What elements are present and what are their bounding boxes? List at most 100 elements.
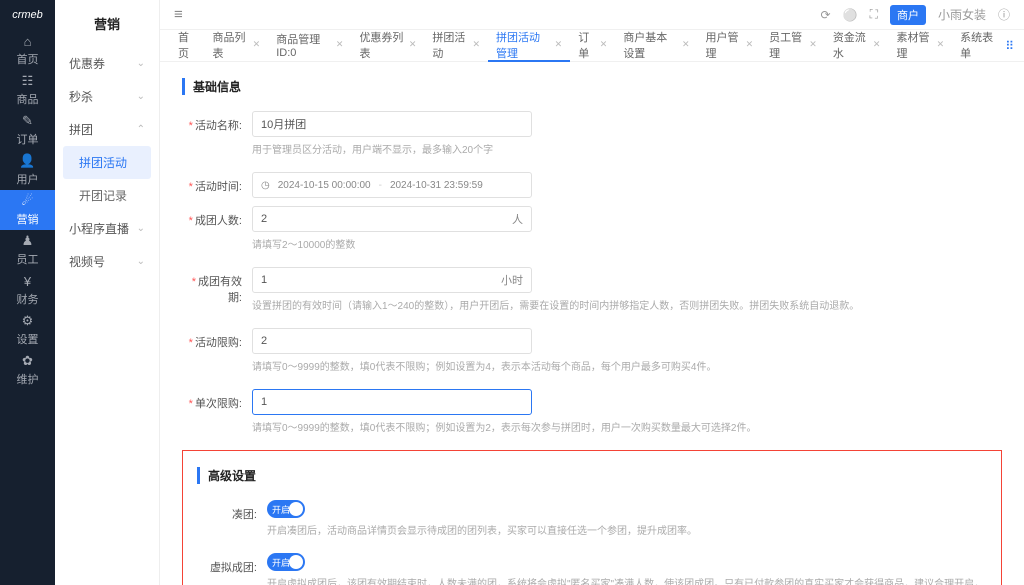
sale-icon: ☄ — [22, 193, 34, 209]
close-icon[interactable]: ✕ — [937, 39, 945, 50]
search-icon[interactable]: ⚪ — [843, 8, 858, 22]
brand-logo: crmeb — [0, 0, 55, 30]
hint-cou: 开启凑团后，活动商品详情页会显示待成团的团列表，买家可以直接任选一个参团，提升成… — [267, 524, 987, 539]
time-start: 2024-10-15 00:00:00 — [278, 180, 371, 191]
clock-icon: ◷ — [261, 180, 270, 191]
label-people: *成团人数: — [182, 206, 252, 228]
tab-goods-list[interactable]: 商品列表✕ — [205, 30, 269, 62]
close-icon[interactable]: ✕ — [472, 39, 480, 50]
switch-virtual[interactable]: 开启 — [267, 553, 305, 571]
tab-pintuan-mgr[interactable]: 拼团活动管理✕ — [488, 30, 570, 62]
tab-fund-flow[interactable]: 资金流水✕ — [825, 30, 889, 62]
tab-goods-mgr[interactable]: 商品管理 ID:0✕ — [268, 30, 351, 62]
tab-order[interactable]: 订单✕ — [570, 30, 615, 62]
hamburger-icon[interactable]: ≡ — [174, 6, 183, 23]
tab-sys-form[interactable]: 系统表单 — [952, 30, 1005, 62]
submenu-pintuan[interactable]: 拼团⌃ — [63, 113, 151, 146]
input-valid[interactable]: 小时 — [252, 267, 532, 293]
hint-name: 用于管理员区分活动，用户端不显示，最多输入20个字 — [252, 143, 1002, 158]
refresh-icon[interactable]: ⟳ — [821, 8, 831, 22]
submenu-seckill[interactable]: 秒杀⌄ — [63, 80, 151, 113]
chevron-down-icon: ⌄ — [137, 58, 145, 69]
advanced-box: 高级设置 凑团: 开启 开启凑团后，活动商品详情页会显示待成团的团列表，买家可以… — [182, 450, 1002, 585]
submenu-channel[interactable]: 视频号⌄ — [63, 245, 151, 278]
main-sidebar: crmeb ⌂首页 ☷商品 ✎订单 👤用户 ☄营销 ♟员工 ¥财务 ⚙设置 ✿维… — [0, 0, 55, 585]
section-advanced: 高级设置 — [197, 467, 987, 484]
merchant-badge: 商户 — [890, 5, 926, 25]
home-icon: ⌂ — [24, 34, 32, 49]
tab-coupon-list[interactable]: 优惠券列表✕ — [351, 30, 424, 62]
goods-icon: ☷ — [22, 73, 34, 89]
tab-shop-basic[interactable]: 商户基本设置✕ — [615, 30, 697, 62]
nav-setting[interactable]: ⚙设置 — [0, 310, 55, 350]
topbar: ≡ ⟳ ⚪ ⛶ 商户 小雨女装 ⓘ — [160, 0, 1024, 30]
nav-staff[interactable]: ♟员工 — [0, 230, 55, 270]
input-people[interactable]: 人 — [252, 206, 532, 232]
submenu-minilive[interactable]: 小程序直播⌄ — [63, 212, 151, 245]
tab-home[interactable]: 首页 — [170, 30, 205, 62]
content-area: 基础信息 *活动名称: 用于管理员区分活动，用户端不显示，最多输入20个字 *活… — [160, 62, 1024, 585]
switch-cou[interactable]: 开启 — [267, 500, 305, 518]
grid-icon[interactable]: ⠿ — [1005, 39, 1014, 53]
nav-home[interactable]: ⌂首页 — [0, 30, 55, 70]
close-icon[interactable]: ✕ — [600, 39, 608, 50]
nav-goods[interactable]: ☷商品 — [0, 70, 55, 110]
nav-user[interactable]: 👤用户 — [0, 150, 55, 190]
section-basic: 基础信息 — [182, 78, 1002, 95]
label-actlimit: *活动限购: — [182, 328, 252, 350]
hint-oncelimit: 请填写0～9999的整数，填0代表不限购；例如设置为2，表示每次参与拼团时，用户… — [252, 421, 1002, 436]
user-icon: 👤 — [19, 153, 35, 169]
staff-icon: ♟ — [22, 233, 34, 249]
tab-asset-mgr[interactable]: 素材管理✕ — [888, 30, 952, 62]
help-icon[interactable]: ⓘ — [998, 6, 1010, 23]
close-icon[interactable]: ✕ — [409, 39, 417, 50]
time-end: 2024-10-31 23:59:59 — [390, 180, 483, 191]
nav-finance[interactable]: ¥财务 — [0, 270, 55, 310]
tabbar: 首页 商品列表✕ 商品管理 ID:0✕ 优惠券列表✕ 拼团活动✕ 拼团活动管理✕… — [160, 30, 1024, 62]
hint-actlimit: 请填写0～9999的整数，填0代表不限购；例如设置为4，表示本活动每个商品，每个… — [252, 360, 1002, 375]
finance-icon: ¥ — [24, 274, 31, 289]
input-name[interactable] — [252, 111, 532, 137]
close-icon[interactable]: ✕ — [555, 39, 563, 50]
tab-pintuan-act[interactable]: 拼团活动✕ — [424, 30, 488, 62]
unit-valid: 小时 — [501, 272, 523, 288]
time-sep: - — [379, 180, 382, 191]
nav-maintain[interactable]: ✿维护 — [0, 350, 55, 390]
user-name[interactable]: 小雨女装 — [938, 6, 986, 23]
expand-icon[interactable]: ⛶ — [870, 7, 878, 22]
close-icon[interactable]: ✕ — [336, 39, 344, 50]
chevron-down-icon: ⌄ — [137, 91, 145, 102]
chevron-up-icon: ⌃ — [137, 124, 145, 135]
label-oncelimit: *单次限购: — [182, 389, 252, 411]
submenu-coupon[interactable]: 优惠券⌄ — [63, 47, 151, 80]
nav-order[interactable]: ✎订单 — [0, 110, 55, 150]
close-icon[interactable]: ✕ — [809, 39, 817, 50]
close-icon[interactable]: ✕ — [253, 39, 261, 50]
label-valid: *成团有效期: — [182, 267, 252, 305]
submenu-pintuan-activity[interactable]: 拼团活动 — [63, 146, 151, 179]
input-oncelimit[interactable] — [252, 389, 532, 415]
sub-title: 营销 — [55, 0, 159, 47]
label-name: *活动名称: — [182, 111, 252, 133]
chevron-down-icon: ⌄ — [137, 223, 145, 234]
close-icon[interactable]: ✕ — [682, 39, 690, 50]
label-cou: 凑团: — [197, 500, 267, 522]
input-time[interactable]: ◷ 2024-10-15 00:00:00 - 2024-10-31 23:59… — [252, 172, 532, 198]
hint-virtual: 开启虚拟成团后，该团有效期结束时，人数未满的团，系统将会虚拟"匿名买家"凑满人数… — [267, 577, 987, 585]
close-icon[interactable]: ✕ — [873, 39, 881, 50]
tab-staff-mgr[interactable]: 员工管理✕ — [761, 30, 825, 62]
maintain-icon: ✿ — [22, 353, 33, 369]
chevron-down-icon: ⌄ — [137, 256, 145, 267]
label-time: *活动时间: — [182, 172, 252, 194]
tab-user-mgr[interactable]: 用户管理✕ — [698, 30, 762, 62]
input-actlimit[interactable] — [252, 328, 532, 354]
sub-sidebar: 营销 优惠券⌄ 秒杀⌄ 拼团⌃ 拼团活动 开团记录 小程序直播⌄ 视频号⌄ — [55, 0, 160, 585]
hint-people: 请填写2～10000的整数 — [252, 238, 1002, 253]
close-icon[interactable]: ✕ — [746, 39, 754, 50]
gear-icon: ⚙ — [22, 313, 34, 329]
label-virtual: 虚拟成团: — [197, 553, 267, 575]
unit-people: 人 — [512, 211, 523, 227]
submenu-pintuan-record[interactable]: 开团记录 — [63, 179, 151, 212]
nav-sale[interactable]: ☄营销 — [0, 190, 55, 230]
order-icon: ✎ — [22, 113, 33, 129]
